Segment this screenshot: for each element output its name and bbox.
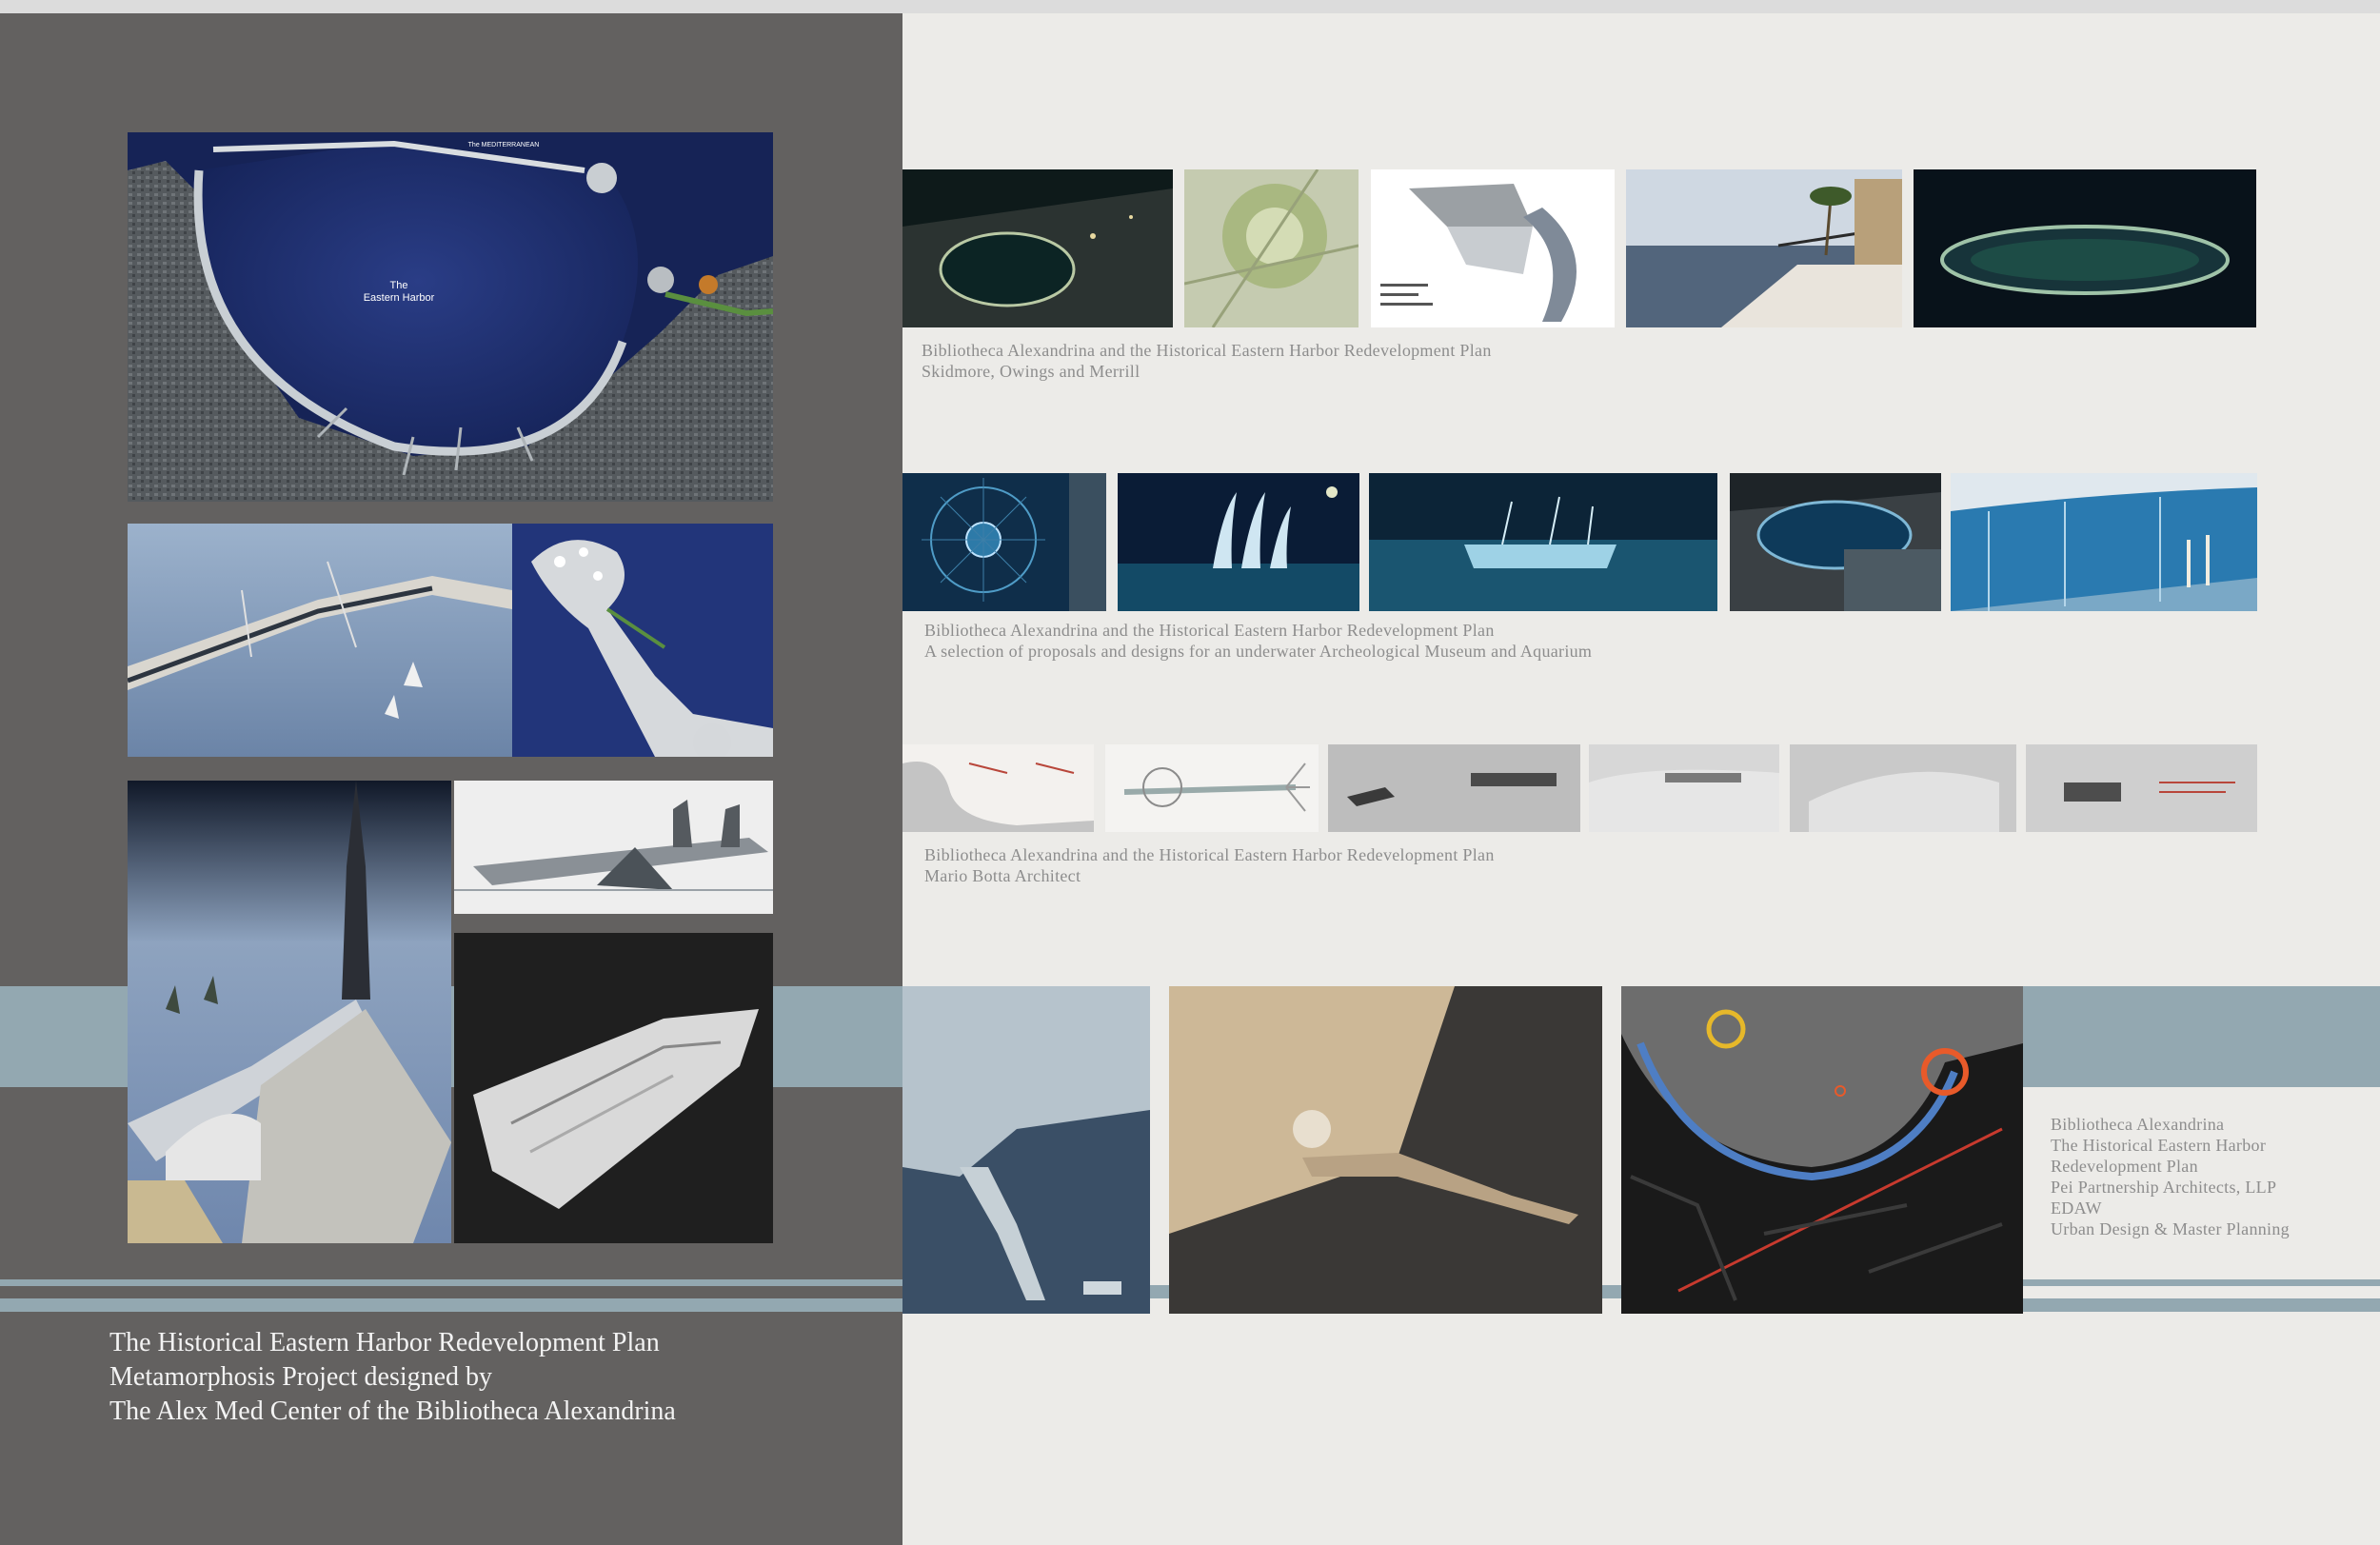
botta-site-plan-image <box>902 744 1094 832</box>
pei-caption-line2: The Historical Eastern Harbor <box>2051 1136 2267 1155</box>
pei-caption-line6: Urban Design & Master Planning <box>2051 1219 2290 1238</box>
botta-caption: Bibliotheca Alexandrina and the Historic… <box>924 844 1495 886</box>
left-panel-title: The Historical Eastern Harbor Redevelopm… <box>109 1326 676 1429</box>
bridge-render-image <box>128 524 512 757</box>
som-night-island-image <box>1914 169 2256 327</box>
som-promenade-render-image <box>1626 169 1902 327</box>
som-green-plan-image <box>1184 169 1359 327</box>
left-accent-rule <box>0 1279 902 1286</box>
botta-axis-plan-image <box>1105 744 1319 832</box>
botta-model-1-image <box>1328 744 1580 832</box>
underwater-radial-plan-image <box>902 473 1106 611</box>
pei-model-blue-image <box>902 986 1150 1314</box>
left-accent-rule-2 <box>0 1298 902 1312</box>
underwater-caption: Bibliotheca Alexandrina and the Historic… <box>924 620 1592 662</box>
underwater-gallery-image <box>1951 473 2257 611</box>
som-caption-line1: Bibliotheca Alexandrina and the Historic… <box>922 341 1492 360</box>
som-caption-line2: Skidmore, Owings and Merrill <box>922 362 1140 381</box>
botta-model-3-image <box>1790 744 2016 832</box>
underwater-sails-image <box>1118 473 1359 611</box>
right-accent-rule-2 <box>2023 1298 2380 1312</box>
underwater-caption-line2: A selection of proposals and designs for… <box>924 642 1593 661</box>
underwater-platform-image <box>1369 473 1717 611</box>
sea-label: The MEDITERRANEAN <box>467 142 540 149</box>
left-title-line3: The Alex Med Center of the Bibliotheca A… <box>109 1396 676 1426</box>
right-accent-rule <box>2023 1279 2380 1286</box>
top-strip <box>0 0 2380 13</box>
botta-caption-line1: Bibliotheca Alexandrina and the Historic… <box>924 845 1495 864</box>
harbor-peninsula-image <box>512 524 773 757</box>
tower-render-image <box>128 781 451 1243</box>
pei-caption-line3: Redevelopment Plan <box>2051 1157 2198 1176</box>
som-caption: Bibliotheca Alexandrina and the Historic… <box>922 340 1492 382</box>
mid-accent-rule-2 <box>1602 1285 1621 1298</box>
left-title-line1: The Historical Eastern Harbor Redevelopm… <box>109 1328 660 1357</box>
pei-caption: Bibliotheca Alexandrina The Historical E… <box>2051 1114 2290 1239</box>
botta-model-4-image <box>2026 744 2257 832</box>
som-museum-diagram-image <box>1371 169 1615 327</box>
botta-model-2-image <box>1589 744 1779 832</box>
building-section-image <box>454 781 773 914</box>
mid-accent-rule <box>1150 1285 1169 1298</box>
right-accent-band <box>2023 986 2380 1087</box>
pei-caption-line1: Bibliotheca Alexandrina <box>2051 1115 2225 1134</box>
som-night-aerial-image <box>902 169 1173 327</box>
pei-caption-line5: EDAW <box>2051 1198 2102 1218</box>
left-title-line2: Metamorphosis Project designed by <box>109 1362 493 1392</box>
underwater-caption-line1: Bibliotheca Alexandrina and the Historic… <box>924 621 1495 640</box>
pei-master-plan-image <box>1621 986 2023 1314</box>
harbor-label: The Eastern Harbor <box>363 280 435 304</box>
underwater-harbor-night-image <box>1730 473 1941 611</box>
white-model-image <box>454 933 773 1243</box>
botta-caption-line2: Mario Botta Architect <box>924 866 1081 885</box>
pei-caption-line4: Pei Partnership Architects, LLP <box>2051 1178 2277 1197</box>
pei-model-warm-image <box>1169 986 1602 1314</box>
eastern-harbor-map-image: The Eastern Harbor The MEDITERRANEAN <box>128 132 773 502</box>
